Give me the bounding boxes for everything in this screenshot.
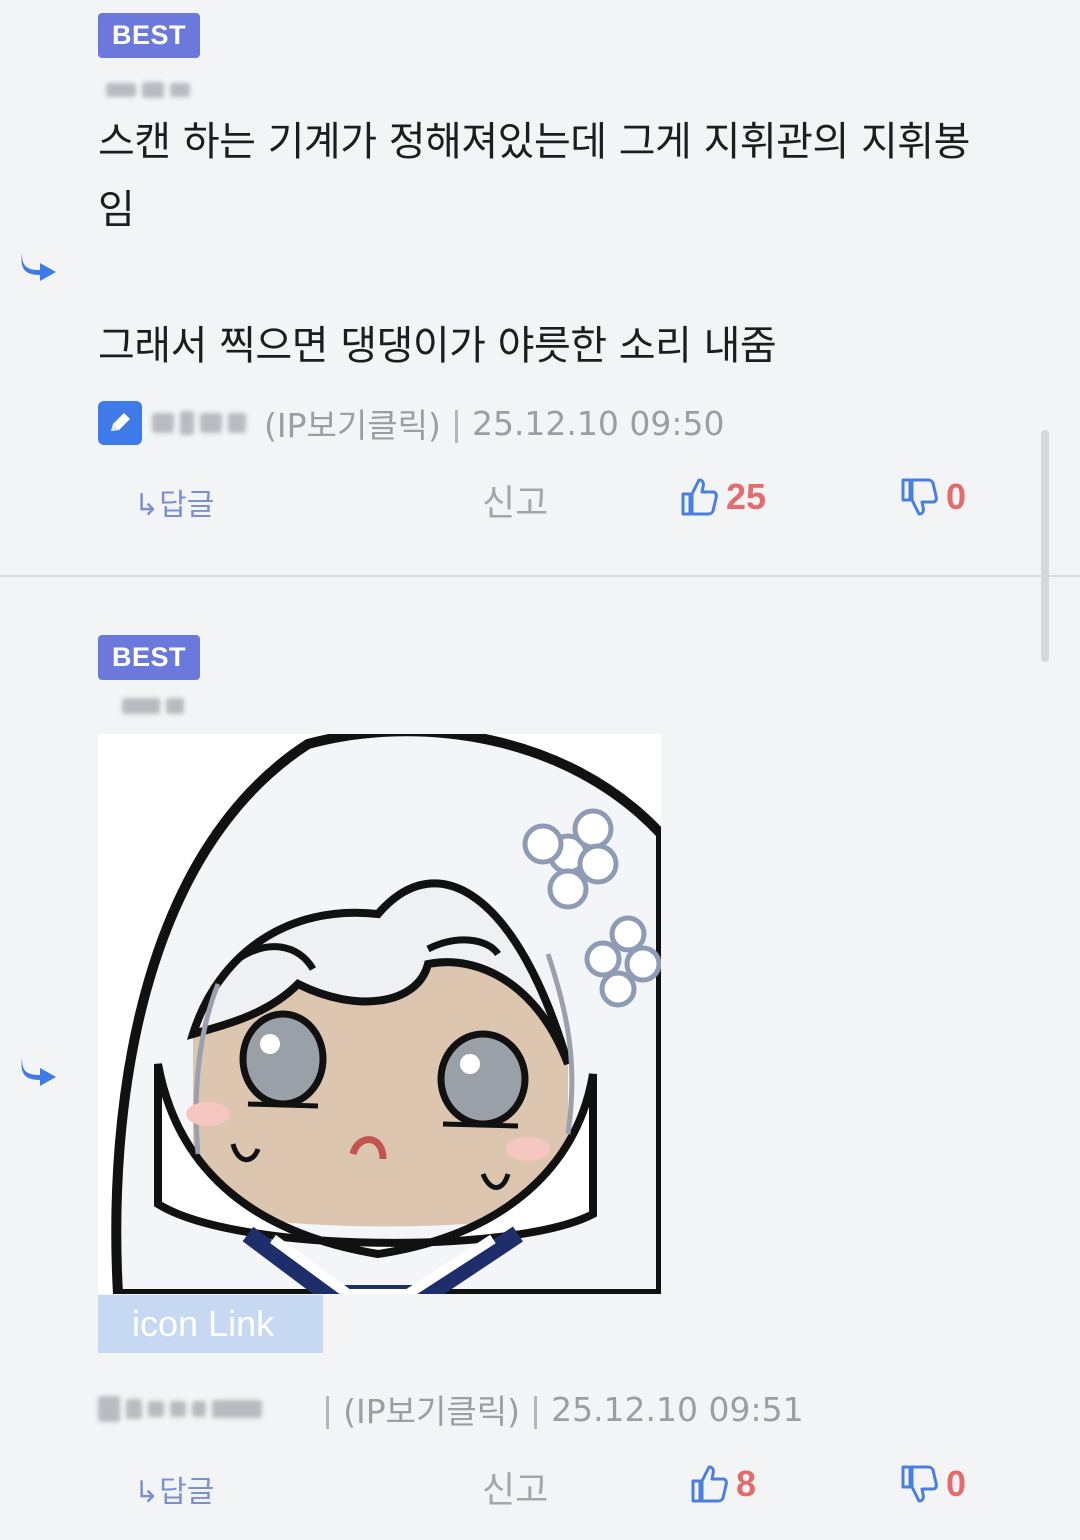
author-name-blurred[interactable]: [152, 411, 246, 435]
comment-text-line: 스캔 하는 기계가 정해져있는데 그게 지휘관의 지휘봉: [98, 119, 970, 165]
reply-button[interactable]: ↳답글: [134, 480, 214, 524]
crying-girl-sticker: [98, 734, 661, 1294]
author-name-blurred: [122, 698, 184, 714]
timestamp: 25.12.10 09:51: [551, 1389, 804, 1429]
comment-actions: ↳답글 신고 8 0: [0, 1455, 1080, 1515]
timestamp: 25.12.10 09:50: [471, 403, 725, 443]
meta-separator: |: [529, 1389, 542, 1429]
dislike-count: 0: [946, 476, 967, 517]
comment-text-line: 임: [98, 187, 135, 233]
scrollbar[interactable]: [1041, 430, 1049, 662]
like-button[interactable]: 8: [690, 1463, 756, 1505]
author-name-blurred: [106, 82, 190, 98]
reply-arrow-icon: [21, 253, 56, 281]
meta-separator: |: [450, 403, 462, 443]
report-button[interactable]: 신고: [482, 1461, 548, 1513]
best-badge: BEST: [98, 635, 200, 680]
comment-text-line: 그래서 찍으면 댕댕이가 야릇한 소리 내줌: [98, 323, 777, 369]
thumbs-down-icon: [901, 1465, 938, 1503]
ip-view-link[interactable]: (IP보기클릭): [343, 1385, 520, 1433]
thumbs-up-icon: [691, 1465, 728, 1503]
icon-link-button[interactable]: icon Link: [98, 1295, 323, 1353]
like-button[interactable]: 25: [680, 476, 766, 518]
dislike-button[interactable]: 0: [900, 476, 966, 518]
comment-meta: | (IP보기클릭) | 25.12.10 09:51: [98, 1386, 804, 1432]
like-count: 25: [726, 476, 767, 517]
comment-1: BEST 스캔 하는 기계가 정해져있는데 그게 지휘관의 지휘봉 임 그래서 …: [0, 0, 1080, 576]
thumbs-up-icon: [681, 478, 718, 516]
pencil-icon: [98, 401, 142, 445]
thumbs-down-icon: [901, 478, 938, 516]
like-count: 8: [736, 1463, 757, 1504]
dislike-count: 0: [946, 1463, 967, 1504]
sticker-image[interactable]: [98, 734, 661, 1294]
dislike-button[interactable]: 0: [900, 1463, 966, 1505]
author-name-blurred[interactable]: [98, 1396, 262, 1422]
reply-arrow-icon: [21, 1058, 56, 1086]
reply-button[interactable]: ↳답글: [134, 1467, 214, 1511]
report-button[interactable]: 신고: [482, 474, 548, 526]
comment-divider: [0, 575, 1080, 577]
best-badge: BEST: [98, 13, 200, 58]
ip-view-link[interactable]: (IP보기클릭): [264, 399, 441, 447]
comment-meta: (IP보기클릭) | 25.12.10 09:50: [98, 400, 725, 446]
meta-separator: |: [322, 1389, 334, 1429]
comment-actions: ↳답글 신고 25 0: [0, 468, 1080, 528]
